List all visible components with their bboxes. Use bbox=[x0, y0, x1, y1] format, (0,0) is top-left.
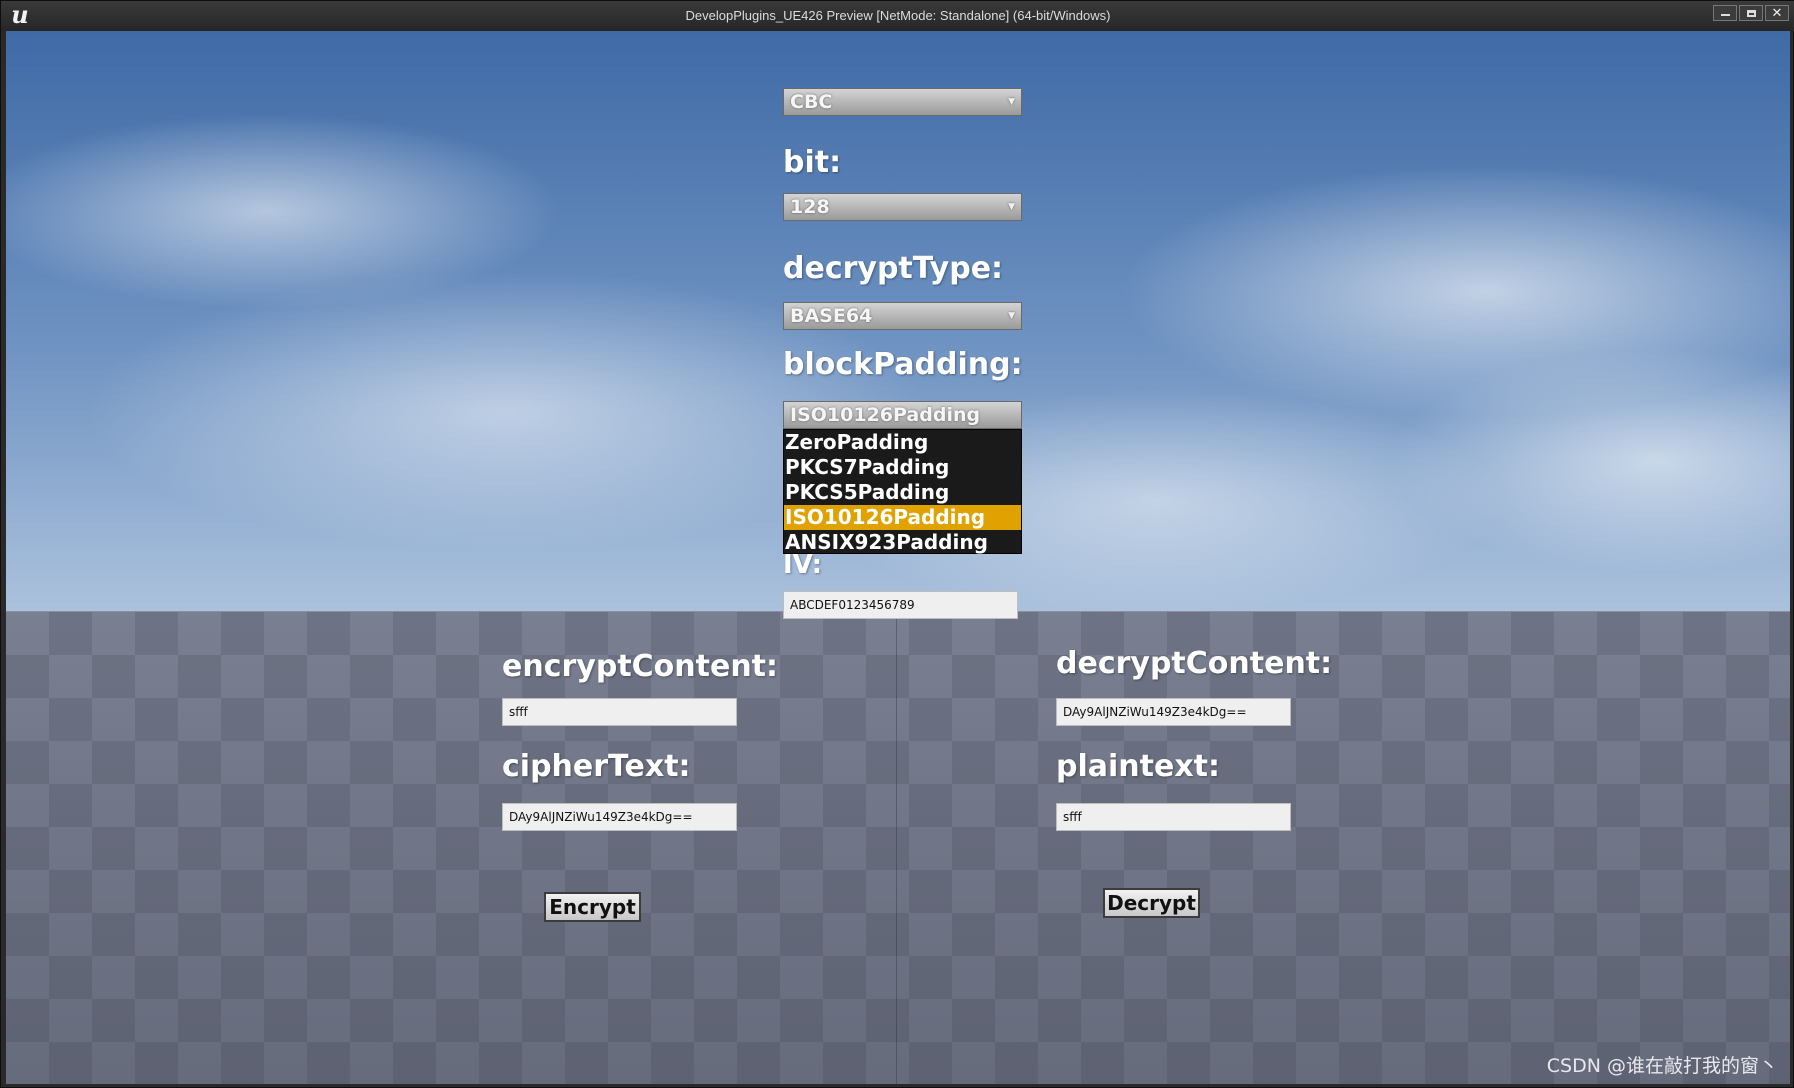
decrypt-content-label: decryptContent: bbox=[1056, 646, 1333, 681]
chevron-down-icon: ▼ bbox=[1008, 202, 1015, 212]
dropdown-option[interactable]: ZeroPadding bbox=[784, 430, 1021, 455]
window-controls: ✕ bbox=[1713, 5, 1789, 21]
dropdown-option-selected[interactable]: ISO10126Padding bbox=[784, 505, 1021, 530]
encrypt-content-label: encryptContent: bbox=[502, 649, 779, 684]
block-padding-combobox-value: ISO10126Padding bbox=[790, 404, 981, 426]
checker-floor bbox=[6, 611, 1790, 1084]
game-viewport: CBC ▼ bit: 128 ▼ decryptType: BASE64 ▼ b… bbox=[6, 31, 1790, 1084]
minimize-icon bbox=[1720, 14, 1730, 16]
dropdown-option[interactable]: PKCS5Padding bbox=[784, 480, 1021, 505]
title-bar[interactable]: u DevelopPlugins_UE426 Preview [NetMode:… bbox=[1, 1, 1794, 31]
bit-combobox[interactable]: 128 ▼ bbox=[783, 193, 1022, 221]
decrypt-type-label: decryptType: bbox=[783, 251, 1004, 286]
decrypt-type-combobox[interactable]: BASE64 ▼ bbox=[783, 302, 1022, 330]
dropdown-option[interactable]: PKCS7Padding bbox=[784, 455, 1021, 480]
bit-combobox-value: 128 bbox=[790, 196, 830, 218]
block-padding-combobox[interactable]: ISO10126Padding bbox=[783, 401, 1022, 429]
iv-input[interactable]: ABCDEF0123456789 bbox=[783, 591, 1018, 619]
watermark: CSDN @谁在敲打我的窗丶 bbox=[1546, 1055, 1778, 1077]
close-button[interactable]: ✕ bbox=[1765, 5, 1789, 21]
chevron-down-icon: ▼ bbox=[1008, 97, 1015, 107]
chevron-down-icon: ▼ bbox=[1008, 311, 1015, 321]
cipher-text-input[interactable]: DAy9AlJNZiWu149Z3e4kDg== bbox=[502, 803, 737, 831]
encrypt-content-input[interactable]: sfff bbox=[502, 698, 737, 726]
dropdown-option[interactable]: ANSIX923Padding bbox=[784, 530, 1021, 555]
bit-label: bit: bbox=[783, 145, 842, 180]
maximize-button[interactable] bbox=[1739, 5, 1763, 21]
block-padding-label: blockPadding: bbox=[783, 347, 1023, 382]
plaintext-input[interactable]: sfff bbox=[1056, 803, 1291, 831]
window-title: DevelopPlugins_UE426 Preview [NetMode: S… bbox=[685, 8, 1111, 23]
minimize-button[interactable] bbox=[1713, 5, 1737, 21]
plaintext-label: plaintext: bbox=[1056, 749, 1221, 784]
decrypt-type-combobox-value: BASE64 bbox=[790, 305, 873, 327]
maximize-icon bbox=[1746, 9, 1756, 17]
mode-combobox[interactable]: CBC ▼ bbox=[783, 88, 1022, 116]
encrypt-button[interactable]: Encrypt bbox=[544, 892, 641, 922]
block-padding-dropdown: ZeroPadding PKCS7Padding PKCS5Padding IS… bbox=[783, 429, 1022, 554]
cipher-text-label: cipherText: bbox=[502, 749, 691, 784]
close-icon: ✕ bbox=[1771, 5, 1783, 21]
decrypt-button[interactable]: Decrypt bbox=[1103, 888, 1200, 918]
decrypt-content-input[interactable]: DAy9AlJNZiWu149Z3e4kDg== bbox=[1056, 698, 1291, 726]
mode-combobox-value: CBC bbox=[790, 91, 833, 113]
game-window: u DevelopPlugins_UE426 Preview [NetMode:… bbox=[0, 0, 1794, 1088]
